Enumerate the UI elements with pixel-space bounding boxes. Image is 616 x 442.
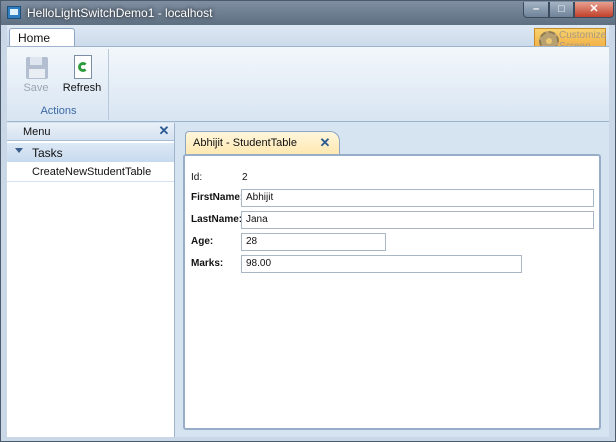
field-row-marks: Marks: 98.00: [185, 255, 599, 273]
document-area: Abhijit - StudentTable ✕ Id: 2 FirstName…: [175, 123, 609, 437]
app-icon: [7, 6, 21, 19]
save-button-label: Save: [23, 82, 49, 94]
tab-student-table[interactable]: Abhijit - StudentTable ✕: [185, 131, 340, 155]
marks-label: Marks:: [191, 258, 224, 269]
close-button[interactable]: ✕: [574, 2, 614, 18]
document-tab-title: Abhijit - StudentTable: [193, 137, 297, 149]
nav-group-tasks[interactable]: Tasks: [7, 143, 174, 162]
app-window: HelloLightSwitchDemo1 - localhost – □ ✕ …: [0, 0, 616, 442]
tab-home[interactable]: Home: [9, 28, 75, 48]
id-value: 2: [242, 172, 248, 183]
refresh-button-label: Refresh: [62, 82, 102, 94]
tab-close-icon[interactable]: ✕: [318, 135, 332, 151]
firstname-field[interactable]: Abhijit: [241, 189, 594, 207]
nav-item-label: CreateNewStudentTable: [32, 166, 152, 178]
marks-field[interactable]: 98.00: [241, 255, 522, 273]
ribbon-tab-strip: Home Customize Screen: [7, 25, 609, 54]
id-label: Id:: [191, 172, 203, 183]
lastname-label: LastName:: [191, 214, 243, 225]
refresh-icon: [74, 55, 92, 79]
field-row-firstname: FirstName: Abhijit: [185, 189, 599, 207]
ribbon-group-actions: Save Refresh Actions: [9, 49, 109, 120]
floppy-disk-icon: [26, 57, 48, 79]
field-row-id: Id: 2: [185, 169, 599, 187]
menu-close-icon[interactable]: ✕: [157, 124, 171, 138]
field-row-lastname: LastName: Jana: [185, 211, 599, 229]
nav-group-tasks-label: Tasks: [32, 146, 63, 160]
ribbon: Save Refresh Actions: [7, 46, 609, 122]
client-area: Home Customize Screen Save Refresh Actio…: [7, 25, 609, 437]
maximize-button[interactable]: □: [549, 2, 574, 18]
navigation-menu: Menu ✕ Tasks CreateNewStudentTable: [7, 123, 175, 437]
age-field[interactable]: 28: [241, 233, 386, 251]
nav-item-create-new-student-table[interactable]: CreateNewStudentTable: [7, 163, 174, 182]
window-title: HelloLightSwitchDemo1 - localhost: [27, 6, 213, 20]
age-label: Age:: [191, 236, 214, 247]
firstname-label: FirstName:: [191, 192, 244, 203]
refresh-button[interactable]: Refresh: [63, 53, 101, 97]
minimize-button[interactable]: –: [523, 2, 549, 18]
group-label-actions: Actions: [40, 105, 77, 117]
menu-header: Menu ✕: [7, 123, 174, 141]
title-bar[interactable]: HelloLightSwitchDemo1 - localhost – □ ✕: [1, 1, 615, 25]
details-panel: Id: 2 FirstName: Abhijit LastName: Jana …: [183, 154, 601, 430]
menu-title: Menu: [23, 126, 51, 138]
field-row-age: Age: 28: [185, 233, 599, 251]
chevron-down-icon: [15, 148, 23, 153]
lastname-field[interactable]: Jana: [241, 211, 594, 229]
save-button[interactable]: Save: [17, 53, 55, 97]
